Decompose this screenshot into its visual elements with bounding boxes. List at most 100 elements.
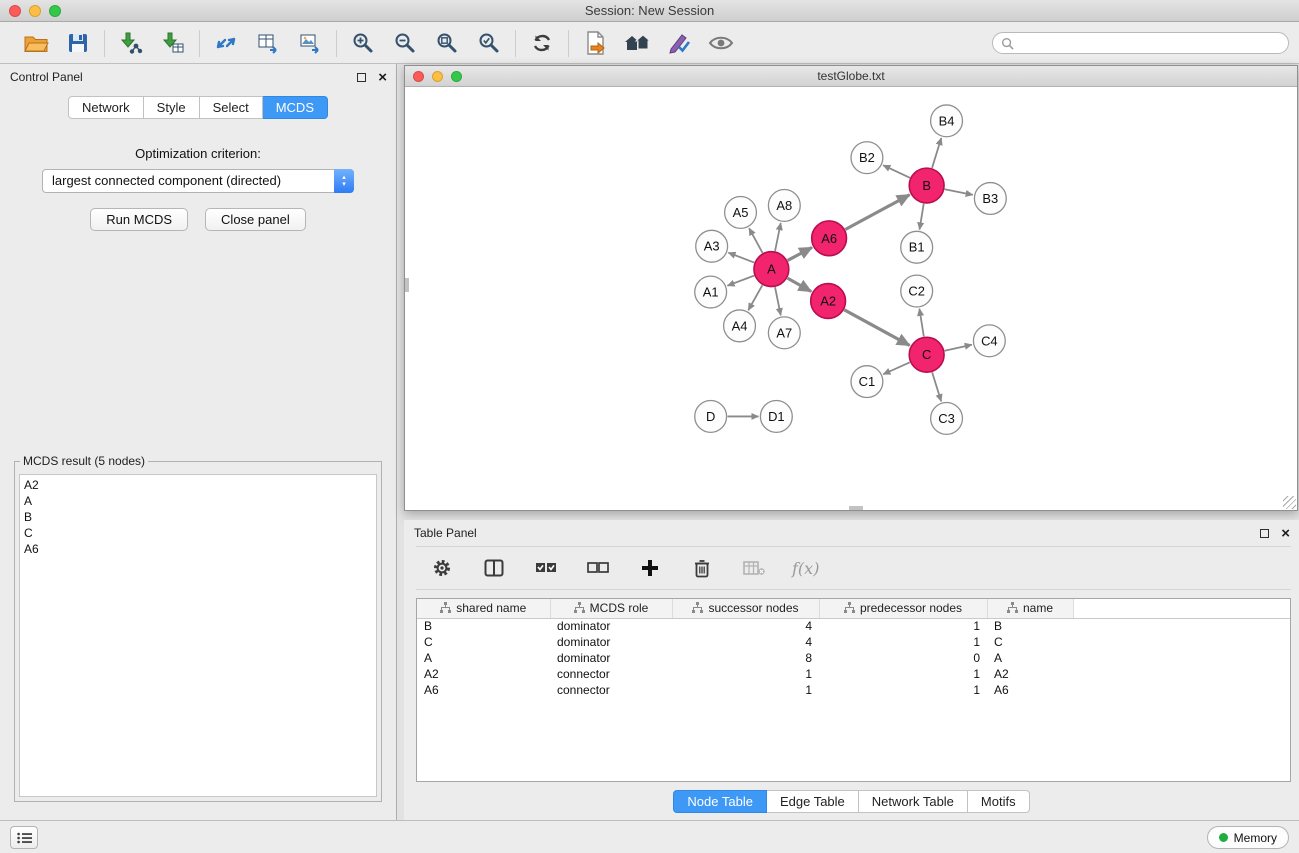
graph-node-A7[interactable]: A7 <box>768 317 800 349</box>
graph-node-C3[interactable]: C3 <box>931 403 963 435</box>
graph-node-D[interactable]: D <box>695 401 727 433</box>
run-mcds-button[interactable]: Run MCDS <box>90 208 188 231</box>
import-table-file-button[interactable] <box>158 28 188 58</box>
graph-node-C4[interactable]: C4 <box>973 325 1005 357</box>
graph-edge-B-B3[interactable] <box>945 189 973 195</box>
network-canvas[interactable]: B4B2BB3A5A8A6B1A3AC2A1A2A4A7C4CC1C3DD1 <box>405 88 1297 510</box>
network-zoom-button[interactable] <box>451 71 462 82</box>
graph-node-B3[interactable]: B3 <box>974 183 1006 215</box>
graph-edge-C-C2[interactable] <box>919 309 923 337</box>
close-table-panel-icon[interactable]: × <box>1281 529 1290 538</box>
mcds-result-item[interactable]: C <box>24 525 372 541</box>
mcds-result-list[interactable]: A2ABCA6 <box>19 474 377 797</box>
graph-node-B2[interactable]: B2 <box>851 142 883 174</box>
table-tab-node-table[interactable]: Node Table <box>673 790 767 813</box>
graph-edge-B-B4[interactable] <box>932 138 941 168</box>
open-recent-file-button[interactable] <box>580 28 610 58</box>
zoom-selected-button[interactable] <box>474 28 504 58</box>
graph-node-B1[interactable]: B1 <box>901 231 933 263</box>
table-tab-network-table[interactable]: Network Table <box>859 790 968 813</box>
show-panels-button[interactable] <box>10 826 38 849</box>
control-tab-select[interactable]: Select <box>200 96 263 119</box>
import-network-file-button[interactable] <box>116 28 146 58</box>
graph-edge-A-A2[interactable] <box>787 278 811 291</box>
mcds-result-item[interactable]: A6 <box>24 541 372 557</box>
graph-node-C2[interactable]: C2 <box>901 275 933 307</box>
float-table-panel-icon[interactable] <box>1260 529 1269 538</box>
graph-node-A8[interactable]: A8 <box>768 190 800 222</box>
column-header-name[interactable]: name <box>987 599 1073 618</box>
graph-edge-C-C3[interactable] <box>932 372 941 401</box>
apply-style-button[interactable] <box>664 28 694 58</box>
column-header-MCDS-role[interactable]: MCDS role <box>550 599 672 618</box>
network-graph[interactable]: B4B2BB3A5A8A6B1A3AC2A1A2A4A7C4CC1C3DD1 <box>405 88 1297 510</box>
network-minimize-button[interactable] <box>432 71 443 82</box>
graph-node-A1[interactable]: A1 <box>695 276 727 308</box>
window-resize-grip[interactable] <box>1283 496 1296 509</box>
graph-node-A4[interactable]: A4 <box>724 310 756 342</box>
show-hide-button[interactable] <box>706 28 736 58</box>
graph-node-A3[interactable]: A3 <box>696 230 728 262</box>
close-panel-icon[interactable]: × <box>378 73 387 82</box>
mcds-result-item[interactable]: A <box>24 493 372 509</box>
graph-node-B4[interactable]: B4 <box>931 105 963 137</box>
optimization-dropdown[interactable]: largest connected component (directed) ▴… <box>42 169 354 193</box>
table-row[interactable]: Bdominator41B <box>417 618 1290 634</box>
graph-edge-A-A1[interactable] <box>727 276 754 286</box>
graph-node-A5[interactable]: A5 <box>725 196 757 228</box>
graph-node-A2[interactable]: A2 <box>811 284 846 319</box>
table-row[interactable]: Adominator80A <box>417 650 1290 666</box>
delete-row-button[interactable] <box>688 554 716 582</box>
minimize-window-button[interactable] <box>29 5 41 17</box>
vertical-scrollbar-stub[interactable] <box>405 278 409 292</box>
column-header-predecessor-nodes[interactable]: predecessor nodes <box>819 599 987 618</box>
mcds-result-item[interactable]: A2 <box>24 477 372 493</box>
zoom-fit-button[interactable] <box>432 28 462 58</box>
delete-table-button[interactable] <box>740 554 768 582</box>
graph-node-A6[interactable]: A6 <box>812 221 847 256</box>
table-row[interactable]: Cdominator41C <box>417 634 1290 650</box>
graph-edge-A6-B[interactable] <box>845 195 909 230</box>
zoom-out-button[interactable] <box>390 28 420 58</box>
float-panel-icon[interactable] <box>357 73 366 82</box>
deselect-all-button[interactable] <box>584 554 612 582</box>
search-input[interactable] <box>1019 36 1280 50</box>
import-image-button[interactable] <box>295 28 325 58</box>
search-box[interactable] <box>992 32 1289 54</box>
control-tab-style[interactable]: Style <box>144 96 200 119</box>
add-row-button[interactable] <box>636 554 664 582</box>
graph-edge-A-A5[interactable] <box>749 228 762 253</box>
mcds-result-item[interactable]: B <box>24 509 372 525</box>
column-header-shared-name[interactable]: shared name <box>417 599 550 618</box>
graph-node-C1[interactable]: C1 <box>851 366 883 398</box>
graph-edge-A-A6[interactable] <box>788 247 812 260</box>
network-arrows-button[interactable] <box>211 28 241 58</box>
refresh-button[interactable] <box>527 28 557 58</box>
home-networks-button[interactable] <box>622 28 652 58</box>
table-row[interactable]: A6connector11A6 <box>417 682 1290 698</box>
graph-edge-A-A4[interactable] <box>748 285 762 310</box>
save-session-button[interactable] <box>63 28 93 58</box>
network-close-button[interactable] <box>413 71 424 82</box>
function-builder-button[interactable]: f(x) <box>792 559 819 578</box>
close-window-button[interactable] <box>9 5 21 17</box>
import-network-table-button[interactable] <box>253 28 283 58</box>
graph-node-B[interactable]: B <box>909 168 944 203</box>
graph-edge-A-A8[interactable] <box>775 223 781 251</box>
zoom-window-button[interactable] <box>49 5 61 17</box>
control-tab-mcds[interactable]: MCDS <box>263 96 328 119</box>
table-settings-button[interactable] <box>428 554 456 582</box>
graph-node-A[interactable]: A <box>754 252 789 287</box>
column-visibility-button[interactable] <box>480 554 508 582</box>
close-panel-button[interactable]: Close panel <box>205 208 306 231</box>
graph-edge-C-C4[interactable] <box>945 345 972 351</box>
graph-edge-A-A7[interactable] <box>775 287 781 315</box>
column-header-successor-nodes[interactable]: successor nodes <box>672 599 819 618</box>
control-tab-network[interactable]: Network <box>68 96 144 119</box>
memory-button[interactable]: Memory <box>1207 826 1289 849</box>
graph-edge-B-B2[interactable] <box>883 165 910 178</box>
table-tab-edge-table[interactable]: Edge Table <box>767 790 859 813</box>
graph-node-D1[interactable]: D1 <box>760 401 792 433</box>
horizontal-scrollbar-stub[interactable] <box>849 506 863 510</box>
open-session-button[interactable] <box>21 28 51 58</box>
